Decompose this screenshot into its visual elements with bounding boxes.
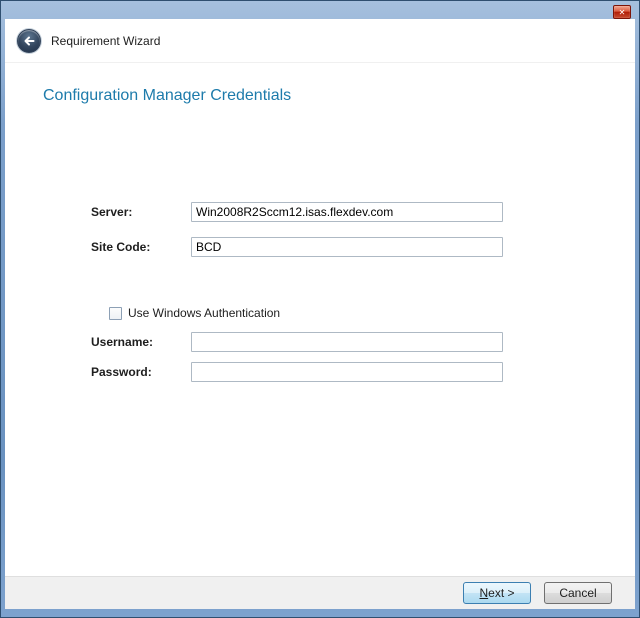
window-body: Requirement Wizard Configuration Manager… [5, 19, 635, 609]
wizard-title: Requirement Wizard [51, 34, 160, 48]
password-row: Password: [91, 362, 503, 382]
next-button-mnemonic: N [479, 586, 488, 600]
close-icon: ✕ [619, 8, 626, 17]
password-input[interactable] [191, 362, 503, 382]
windows-auth-label: Use Windows Authentication [128, 306, 280, 320]
username-label: Username: [91, 335, 191, 349]
site-code-label: Site Code: [91, 240, 191, 254]
username-row: Username: [91, 332, 503, 352]
page-title: Configuration Manager Credentials [43, 87, 291, 105]
server-input[interactable] [191, 202, 503, 222]
cancel-button[interactable]: Cancel [544, 582, 612, 604]
back-button[interactable] [17, 29, 41, 53]
server-label: Server: [91, 205, 191, 219]
back-arrow-icon [23, 35, 35, 47]
windows-auth-checkbox[interactable] [109, 307, 122, 320]
site-code-input[interactable] [191, 237, 503, 257]
next-button[interactable]: Next > [463, 582, 531, 604]
windows-auth-row: Use Windows Authentication [109, 306, 280, 320]
wizard-content: Configuration Manager Credentials Server… [5, 63, 635, 576]
wizard-footer: Next > Cancel [5, 576, 635, 609]
server-row: Server: [91, 202, 503, 222]
wizard-header: Requirement Wizard [5, 19, 635, 63]
password-label: Password: [91, 365, 191, 379]
close-button[interactable]: ✕ [613, 5, 631, 19]
wizard-window: ✕ Requirement Wizard Configuration Manag… [0, 0, 640, 618]
username-input[interactable] [191, 332, 503, 352]
next-button-label: ext > [488, 586, 514, 600]
site-code-row: Site Code: [91, 237, 503, 257]
